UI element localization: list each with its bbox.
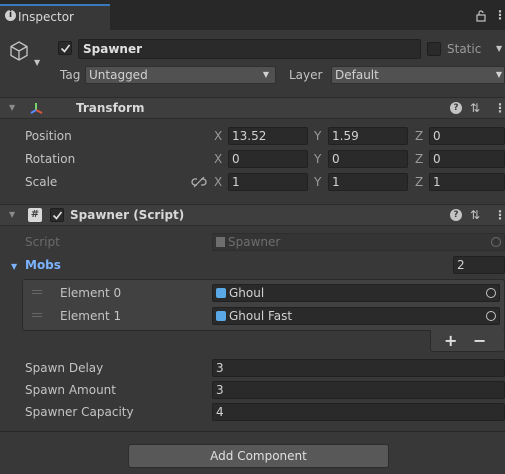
position-label: Position xyxy=(25,129,72,143)
static-dropdown-icon[interactable]: ▼ xyxy=(496,44,502,53)
position-y-field[interactable]: 1.59 xyxy=(328,127,408,145)
script-field: Spawner xyxy=(212,233,505,251)
prefab-icon xyxy=(216,311,226,321)
tab-inspector[interactable]: i Inspector xyxy=(0,4,110,30)
prefab-icon xyxy=(216,288,226,298)
help-icon[interactable]: ? xyxy=(450,102,462,114)
position-y-axis[interactable]: Y xyxy=(314,127,321,145)
spawn-delay-field[interactable]: 3 xyxy=(212,359,505,377)
tab-title: Inspector xyxy=(18,10,74,24)
script-enabled-checkbox[interactable] xyxy=(50,208,64,222)
script-value: Spawner xyxy=(228,235,281,249)
spawn-delay-label: Spawn Delay xyxy=(25,361,104,375)
transform-header[interactable]: ▼ Transform ? ⇅ ⋮ xyxy=(0,97,505,119)
rotation-z-field[interactable]: 0 xyxy=(429,150,505,168)
add-element-button[interactable]: + xyxy=(444,331,457,351)
layer-label: Layer xyxy=(289,68,323,82)
tab-menu-icon[interactable]: ⋮ xyxy=(494,6,505,24)
scale-x-field[interactable]: 1 xyxy=(228,173,308,191)
mobs-label[interactable]: Mobs xyxy=(25,256,61,274)
drag-handle-icon[interactable] xyxy=(32,313,42,317)
spawn-amount-label: Spawn Amount xyxy=(25,383,116,397)
script-label: Script xyxy=(25,235,60,249)
scale-x-axis[interactable]: X xyxy=(214,173,222,191)
rotation-x-field[interactable]: 0 xyxy=(228,150,308,168)
gameobject-cube-icon xyxy=(10,41,28,61)
drag-handle-icon[interactable] xyxy=(32,290,42,294)
tag-value: Untagged xyxy=(89,68,148,82)
element-1-field[interactable]: Ghoul Fast xyxy=(212,307,500,325)
rotation-x-axis[interactable]: X xyxy=(214,150,222,168)
spawner-script-header[interactable]: ▼ # Spawner (Script) ? ⇅ ⋮ xyxy=(0,204,505,226)
chevron-down-icon: ▼ xyxy=(495,70,502,79)
component-menu-icon[interactable]: ⋮ xyxy=(494,99,505,118)
spawner-script-title: Spawner (Script) xyxy=(70,208,185,222)
scale-y-field[interactable]: 1 xyxy=(328,173,408,191)
spawner-capacity-field[interactable]: 4 xyxy=(212,403,505,421)
foldout-arrow-icon: ▼ xyxy=(9,103,16,112)
static-checkbox[interactable] xyxy=(427,42,441,56)
transform-axes-icon xyxy=(30,103,43,114)
position-z-axis[interactable]: Z xyxy=(415,127,423,145)
object-picker-icon[interactable] xyxy=(486,311,496,321)
element-1-label: Element 1 xyxy=(60,309,122,323)
component-menu-icon[interactable]: ⋮ xyxy=(494,206,505,225)
add-component-button[interactable]: Add Component xyxy=(128,444,389,468)
object-name-field[interactable]: Spawner xyxy=(78,39,421,59)
active-checkbox[interactable] xyxy=(58,41,72,55)
script-file-icon xyxy=(216,237,225,247)
layer-dropdown[interactable]: Default ▼ xyxy=(331,66,505,84)
constrain-proportions-icon[interactable] xyxy=(191,176,207,188)
rotation-z-axis[interactable]: Z xyxy=(415,150,423,168)
scale-z-axis[interactable]: Z xyxy=(415,173,423,191)
object-picker-icon[interactable] xyxy=(486,288,496,298)
list-footer xyxy=(430,330,505,352)
rotation-label: Rotation xyxy=(25,152,76,166)
help-icon[interactable]: ? xyxy=(450,209,462,221)
position-z-field[interactable]: 0 xyxy=(429,127,505,145)
position-x-field[interactable]: 13.52 xyxy=(228,127,308,145)
layer-value: Default xyxy=(335,68,379,82)
transform-title: Transform xyxy=(76,101,145,115)
foldout-arrow-icon: ▼ xyxy=(9,210,16,219)
spawn-amount-field[interactable]: 3 xyxy=(212,381,505,399)
lock-icon[interactable] xyxy=(476,10,486,22)
position-x-axis[interactable]: X xyxy=(214,127,222,145)
element-0-label: Element 0 xyxy=(60,286,122,300)
remove-element-button[interactable]: − xyxy=(473,331,486,351)
divider xyxy=(0,431,505,432)
static-label: Static xyxy=(447,42,482,56)
object-picker-icon xyxy=(491,237,501,247)
element-1-value: Ghoul Fast xyxy=(229,309,293,323)
tag-label: Tag xyxy=(60,68,81,82)
mobs-foldout-icon[interactable]: ▼ xyxy=(11,262,17,271)
element-0-value: Ghoul xyxy=(229,286,265,300)
presets-icon[interactable]: ⇅ xyxy=(470,206,480,225)
scale-z-field[interactable]: 1 xyxy=(429,173,505,191)
mobs-size-field[interactable]: 2 xyxy=(453,256,505,274)
tag-dropdown[interactable]: Untagged ▼ xyxy=(85,66,276,84)
scale-y-axis[interactable]: Y xyxy=(314,173,321,191)
icon-dropdown-arrow[interactable]: ▼ xyxy=(34,58,40,67)
info-icon: i xyxy=(5,10,16,21)
script-hash-icon: # xyxy=(28,208,42,222)
rotation-y-field[interactable]: 0 xyxy=(328,150,408,168)
scale-label: Scale xyxy=(25,175,58,189)
element-0-field[interactable]: Ghoul xyxy=(212,284,500,302)
spawner-capacity-label: Spawner Capacity xyxy=(25,405,134,419)
rotation-y-axis[interactable]: Y xyxy=(314,150,321,168)
presets-icon[interactable]: ⇅ xyxy=(470,99,480,118)
chevron-down-icon: ▼ xyxy=(262,70,269,79)
